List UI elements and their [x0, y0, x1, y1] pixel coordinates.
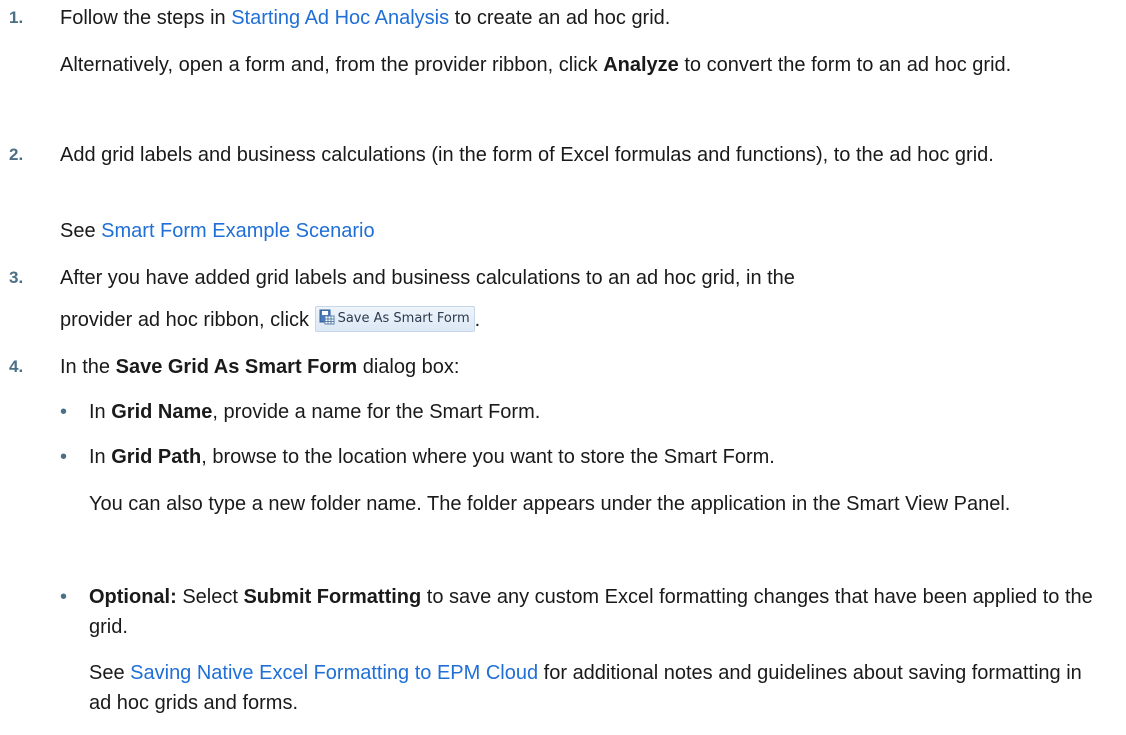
text-run: to create an ad hoc grid.	[449, 7, 671, 29]
step-1-text: Follow the steps in Starting Ad Hoc Anal…	[60, 3, 1106, 33]
submit-formatting-see: See Saving Native Excel Formatting to EP…	[89, 658, 1106, 718]
text-run: to convert the form to an ad hoc grid.	[678, 54, 1012, 76]
step-number: 3.	[9, 268, 24, 287]
text-run: provider ad hoc ribbon, click	[60, 309, 315, 331]
text-run: In	[89, 401, 112, 423]
text-run: Select	[176, 586, 244, 608]
text-run: In	[89, 446, 112, 468]
saving-native-excel-formatting-link[interactable]: Saving Native Excel Formatting to EPM Cl…	[130, 662, 538, 684]
optional-bold: Optional:	[89, 586, 177, 608]
bullet-icon: •	[60, 401, 68, 423]
grid-path-note: You can also type a new folder name. The…	[89, 493, 1011, 515]
text-run: See	[60, 220, 102, 242]
text-run: Follow the steps in	[60, 7, 232, 29]
bullet-grid-name: In Grid Name, provide a name for the Sma…	[89, 397, 1106, 427]
save-as-smart-form-label: Save As Smart Form	[337, 310, 470, 326]
save-grid-as-smart-form-bold: Save Grid As Smart Form	[115, 356, 358, 378]
grid-path-bold: Grid Path	[111, 446, 202, 468]
step-2-see: See Smart Form Example Scenario	[60, 216, 1106, 246]
step-number: 4.	[9, 357, 24, 376]
step-number: 1.	[9, 8, 24, 27]
text-run: , browse to the location where you want …	[201, 446, 775, 468]
step-2-text: Add grid labels and business calculation…	[60, 144, 994, 166]
save-as-smart-form-icon	[319, 309, 335, 325]
text-run: In the	[60, 356, 116, 378]
bullet-submit-formatting: Optional: Select Submit Formatting to sa…	[89, 582, 1106, 642]
grid-name-bold: Grid Name	[111, 401, 213, 423]
step-4-text: In the Save Grid As Smart Form dialog bo…	[60, 352, 1106, 382]
starting-ad-hoc-analysis-link[interactable]: Starting Ad Hoc Analysis	[231, 7, 449, 29]
step-3-line-1: After you have added grid labels and bus…	[60, 267, 795, 289]
text-run: , provide a name for the Smart Form.	[212, 401, 541, 423]
analyze-bold: Analyze	[603, 54, 679, 76]
text-run: dialog box:	[357, 356, 460, 378]
save-as-smart-form-button[interactable]: Save As Smart Form	[314, 305, 475, 332]
text-run: .	[474, 309, 481, 331]
bullet-icon: •	[60, 586, 68, 608]
smart-form-example-scenario-link[interactable]: Smart Form Example Scenario	[101, 220, 374, 242]
text-run: See	[89, 662, 131, 684]
step-number: 2.	[9, 145, 24, 164]
step-3-line-2: provider ad hoc ribbon, click Save As Sm…	[60, 305, 1106, 335]
text-run: Alternatively, open a form and, from the…	[60, 54, 604, 76]
submit-formatting-bold: Submit Formatting	[243, 586, 422, 608]
step-1-alternative: Alternatively, open a form and, from the…	[60, 50, 1106, 80]
bullet-grid-path: In Grid Path, browse to the location whe…	[89, 442, 1106, 472]
bullet-icon: •	[60, 446, 68, 468]
